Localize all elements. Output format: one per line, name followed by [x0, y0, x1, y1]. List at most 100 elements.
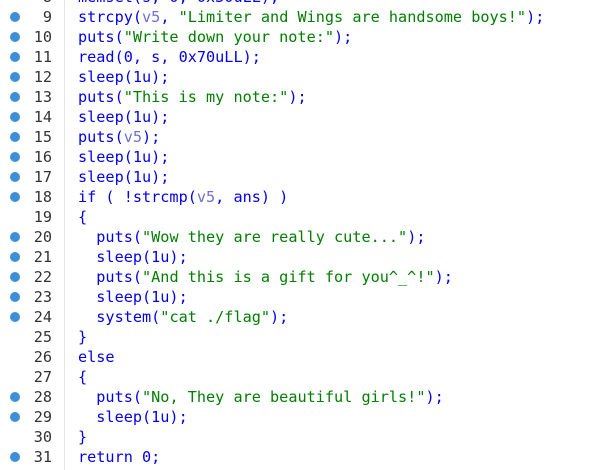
line-number: 16: [33, 148, 52, 166]
breakpoint-dot-icon[interactable]: [10, 92, 20, 102]
string-literal: "cat ./flag": [160, 308, 271, 326]
breakpoint-dot-icon[interactable]: [10, 292, 20, 302]
breakpoint-dot-icon[interactable]: [10, 132, 20, 142]
code-token: puts(: [78, 228, 143, 246]
code-token: );: [142, 128, 161, 146]
string-literal: "Write down your note:": [123, 28, 335, 46]
code-text[interactable]: {: [78, 207, 87, 227]
breakpoint-dot-icon[interactable]: [10, 172, 20, 182]
code-token: );: [407, 228, 426, 246]
code-line[interactable]: 30}: [0, 427, 605, 447]
code-lines: 8 memset(s, 0, 0x30uLL); 9 strcpy(v5, "Limi…: [0, 0, 605, 467]
code-line[interactable]: 28 puts("No, They are beautiful girls!")…: [0, 387, 605, 407]
code-token: system(: [78, 308, 161, 326]
code-text[interactable]: sleep(1u);: [78, 147, 169, 167]
line-number: 25: [33, 328, 52, 346]
code-line[interactable]: 20 puts("Wow they are really cute...");: [0, 227, 605, 247]
breakpoint-dot-icon[interactable]: [10, 52, 20, 62]
line-number: 9: [42, 8, 52, 26]
code-text[interactable]: {: [78, 367, 87, 387]
code-text[interactable]: puts(v5);: [78, 127, 160, 147]
code-token: );: [434, 268, 453, 286]
breakpoint-dot-icon[interactable]: [10, 272, 20, 282]
code-token: );: [334, 28, 353, 46]
code-line[interactable]: 14 sleep(1u);: [0, 107, 605, 127]
code-token: sleep(1u);: [78, 168, 170, 186]
breakpoint-dot-icon[interactable]: [10, 72, 20, 82]
code-token: ,: [160, 8, 179, 26]
line-number: 18: [33, 188, 52, 206]
code-line[interactable]: 11 read(0, s, 0x70uLL);: [0, 47, 605, 67]
code-line[interactable]: 10 puts("Write down your note:");: [0, 27, 605, 47]
code-text[interactable]: else: [78, 347, 115, 367]
code-line[interactable]: 17 sleep(1u);: [0, 167, 605, 187]
code-text[interactable]: read(0, s, 0x70uLL);: [78, 47, 261, 67]
code-line[interactable]: 21 sleep(1u);: [0, 247, 605, 267]
line-number: 20: [33, 228, 52, 246]
code-token: }: [78, 428, 88, 446]
pseudocode-view[interactable]: 8 memset(s, 0, 0x30uLL); 9 strcpy(v5, "Limi…: [0, 0, 605, 470]
code-text[interactable]: sleep(1u);: [78, 407, 187, 427]
code-token: sleep(1u);: [78, 288, 188, 306]
code-line[interactable]: 12 sleep(1u);: [0, 67, 605, 87]
code-text[interactable]: }: [78, 327, 87, 347]
breakpoint-dot-icon[interactable]: [10, 312, 20, 322]
code-text[interactable]: sleep(1u);: [78, 247, 187, 267]
line-number: 8: [20, 0, 52, 7]
code-text[interactable]: system("cat ./flag");: [78, 307, 288, 327]
code-token: sleep(1u);: [78, 108, 170, 126]
variable-token: v5: [142, 8, 161, 26]
code-token: puts(: [78, 128, 124, 146]
code-line[interactable]: 24 system("cat ./flag");: [0, 307, 605, 327]
code-token: return 0;: [78, 448, 161, 466]
code-text[interactable]: sleep(1u);: [78, 287, 188, 307]
line-number: 29: [33, 408, 52, 426]
code-token: puts(: [78, 28, 124, 46]
code-text[interactable]: puts("This is my note:");: [78, 87, 307, 107]
code-line[interactable]: 31 return 0;: [0, 447, 605, 467]
line-number: 26: [33, 348, 52, 366]
string-literal: "Wow they are really cute...": [142, 228, 408, 246]
breakpoint-dot-icon[interactable]: [10, 112, 20, 122]
string-literal: "Limiter and Wings are handsome boys!": [178, 8, 527, 26]
breakpoint-dot-icon[interactable]: [10, 392, 20, 402]
breakpoint-dot-icon[interactable]: [10, 252, 20, 262]
code-text[interactable]: puts("Wow they are really cute...");: [78, 227, 425, 247]
code-line[interactable]: 26 else: [0, 347, 605, 367]
breakpoint-dot-icon[interactable]: [10, 452, 20, 462]
code-line[interactable]: 16 sleep(1u);: [0, 147, 605, 167]
code-text[interactable]: if ( !strcmp(v5, ans) ): [78, 187, 288, 207]
code-text[interactable]: strcpy(v5, "Limiter and Wings are handso…: [78, 7, 544, 27]
code-text[interactable]: sleep(1u);: [78, 107, 169, 127]
code-token: );: [270, 308, 289, 326]
breakpoint-dot-icon[interactable]: [10, 12, 20, 22]
code-text[interactable]: sleep(1u);: [78, 67, 169, 87]
code-line[interactable]: 29 sleep(1u);: [0, 407, 605, 427]
code-line[interactable]: 15 puts(v5);: [0, 127, 605, 147]
code-line[interactable]: 19 {: [0, 207, 605, 227]
code-text[interactable]: puts("No, They are beautiful girls!");: [78, 387, 443, 407]
code-text[interactable]: memset(s, 0, 0x30uLL);: [78, 0, 279, 7]
line-number: 14: [33, 108, 52, 126]
code-text[interactable]: puts("Write down your note:");: [78, 27, 352, 47]
code-line[interactable]: 22 puts("And this is a gift for you^_^!"…: [0, 267, 605, 287]
breakpoint-dot-icon[interactable]: [10, 32, 20, 42]
code-text[interactable]: return 0;: [78, 447, 160, 467]
code-text[interactable]: puts("And this is a gift for you^_^!");: [78, 267, 453, 287]
line-number: 30: [33, 428, 52, 446]
code-line[interactable]: 9 strcpy(v5, "Limiter and Wings are hands…: [0, 7, 605, 27]
code-text[interactable]: }: [78, 427, 87, 447]
breakpoint-dot-icon[interactable]: [10, 152, 20, 162]
line-number: 21: [33, 248, 52, 266]
code-line[interactable]: 8 memset(s, 0, 0x30uLL);: [0, 0, 605, 7]
breakpoint-dot-icon[interactable]: [10, 192, 20, 202]
code-line[interactable]: 25}: [0, 327, 605, 347]
code-text[interactable]: sleep(1u);: [78, 167, 169, 187]
code-token: , ans) ): [215, 188, 289, 206]
code-line[interactable]: 18 if ( !strcmp(v5, ans) ): [0, 187, 605, 207]
breakpoint-dot-icon[interactable]: [10, 232, 20, 242]
code-line[interactable]: 23 sleep(1u);: [0, 287, 605, 307]
code-line[interactable]: 13 puts("This is my note:");: [0, 87, 605, 107]
code-line[interactable]: 27 {: [0, 367, 605, 387]
breakpoint-dot-icon[interactable]: [10, 412, 20, 422]
